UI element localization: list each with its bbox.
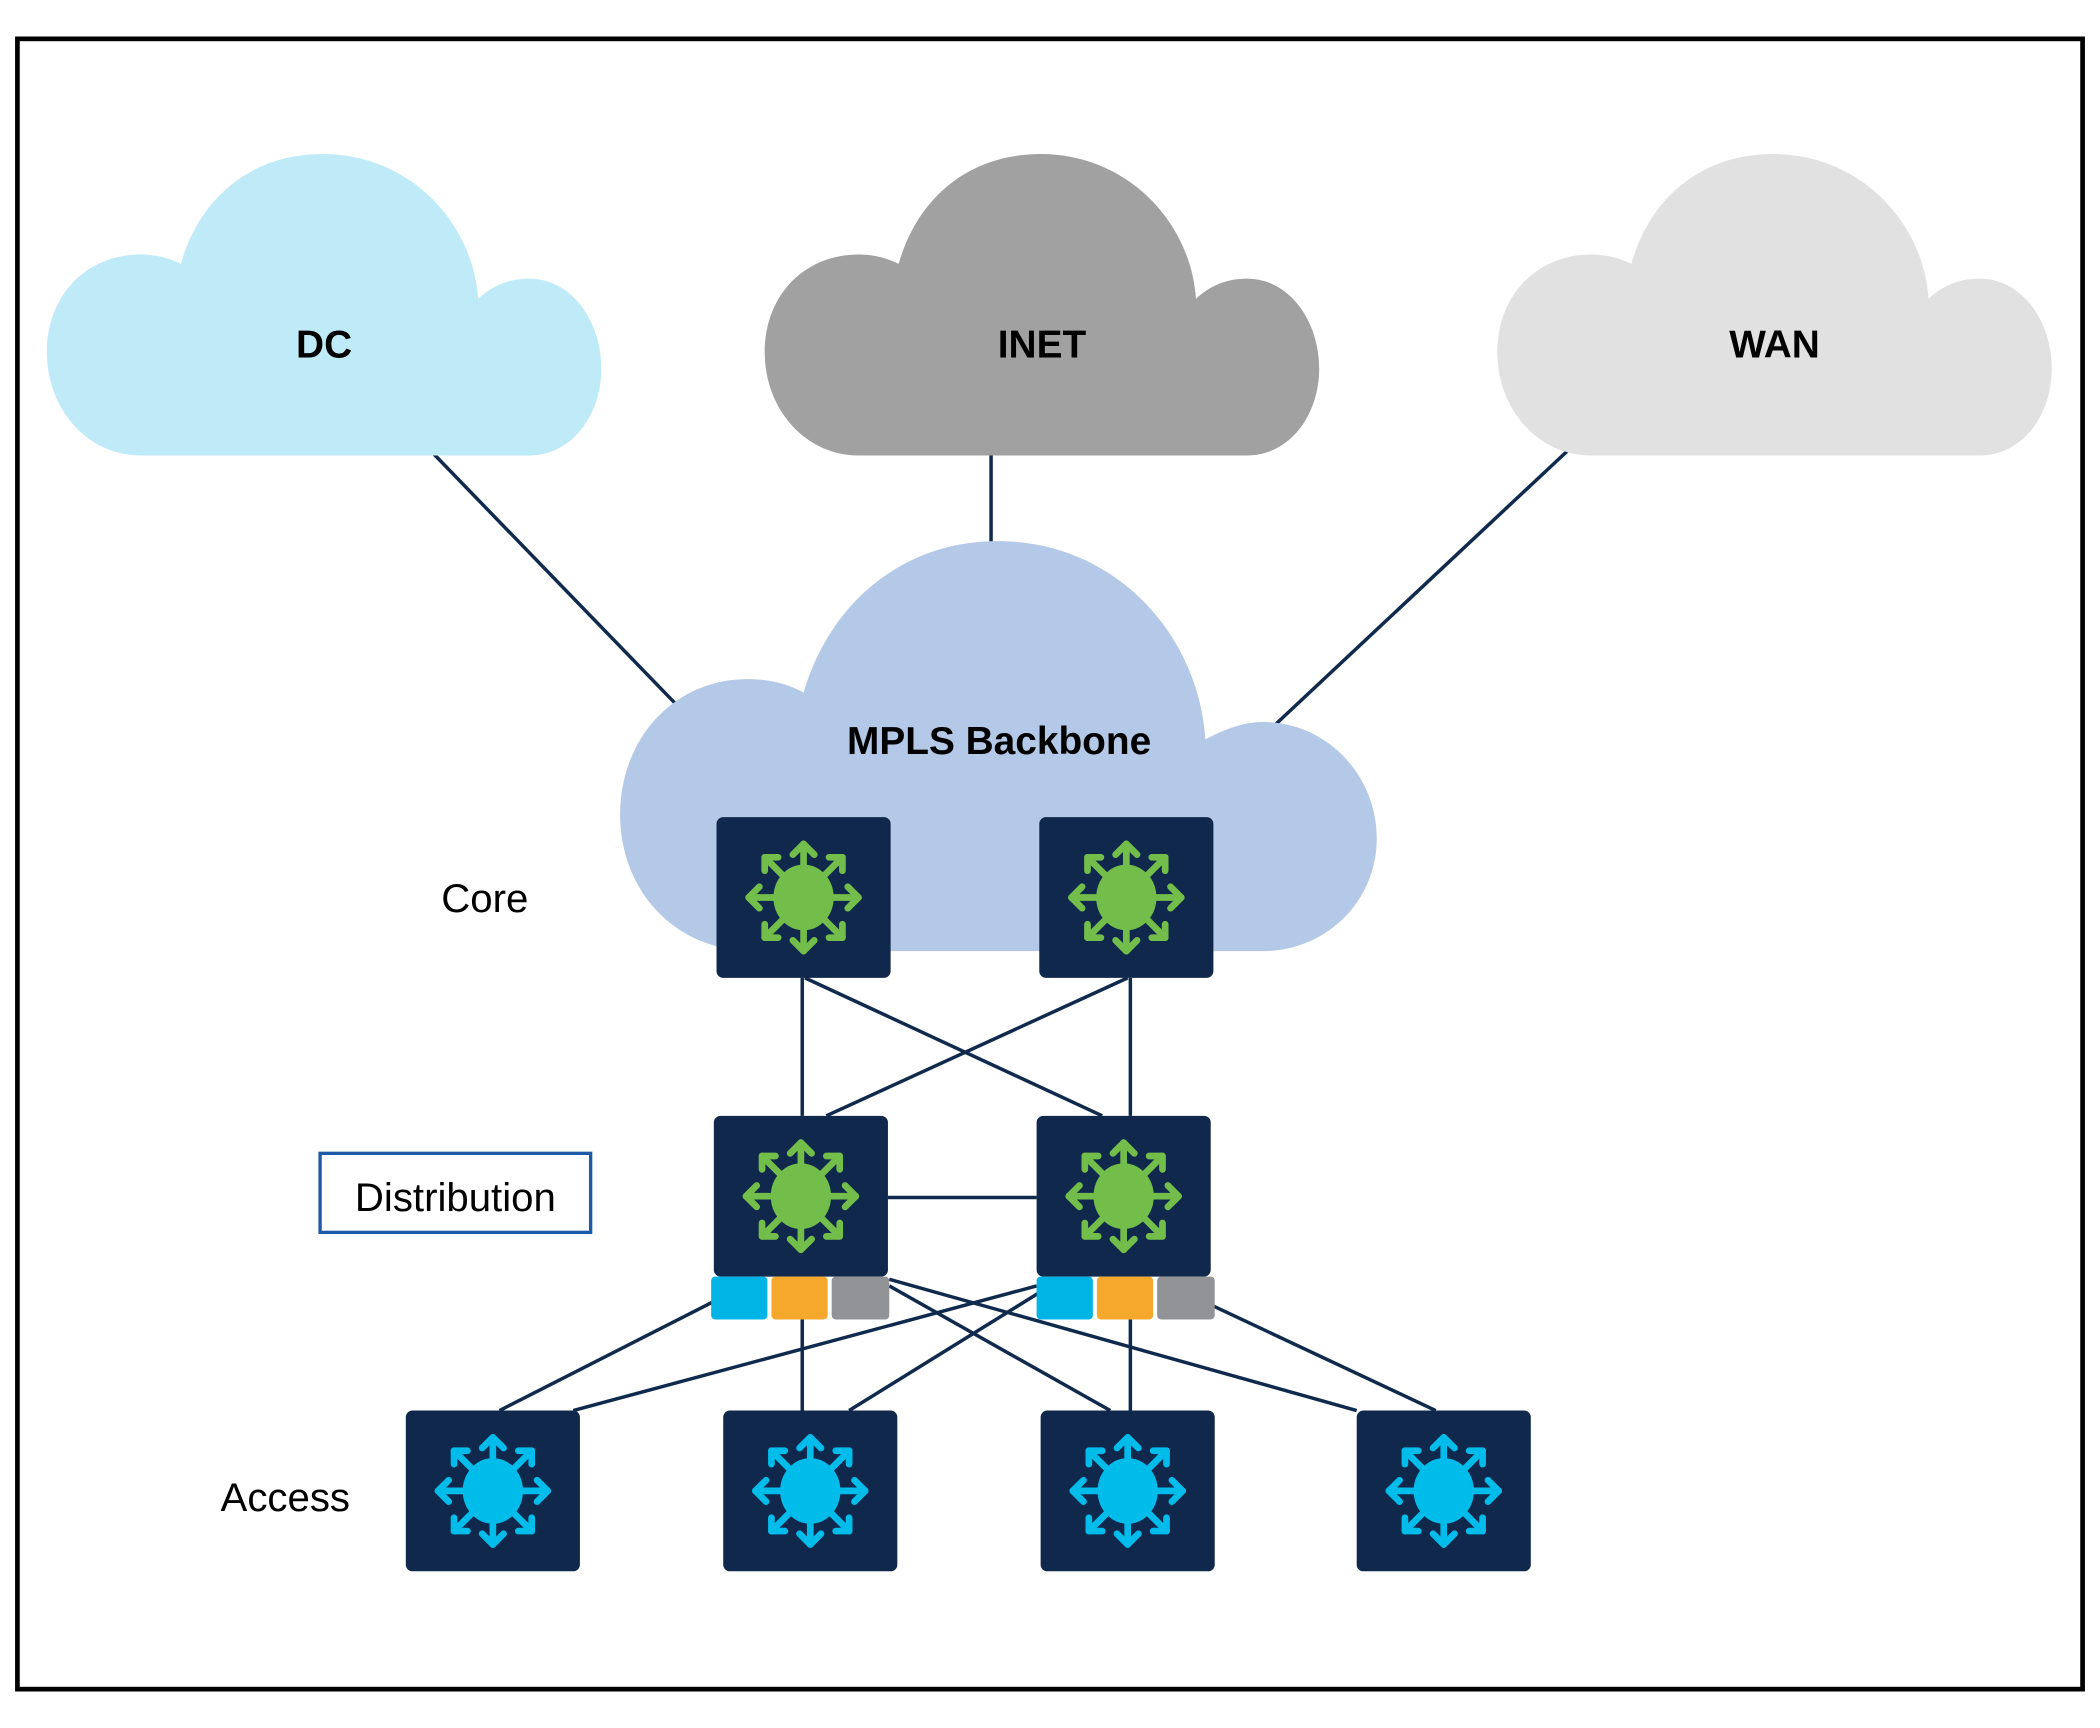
distribution-switch-1[interactable] [713,1115,888,1277]
access-switch-1[interactable] [405,1410,580,1572]
core-switch-1[interactable] [716,817,891,978]
distribution-2-ports [1036,1276,1215,1320]
core-switch-2[interactable] [1039,817,1214,978]
port-blue [1036,1276,1093,1320]
port-gray [1157,1276,1215,1320]
layer3-switch-icon [1069,1143,1179,1250]
tier-label-core: Core [441,876,528,921]
port-orange [1096,1276,1154,1320]
network-diagram: DC INET WAN MPLS Backbone Core Distribut… [15,36,2085,1692]
cloud-wan-label: WAN [1729,324,1820,367]
layer3-switch-icon [746,1143,856,1250]
layer3-switch-icon [749,844,859,951]
cloud-inet-label: INET [998,324,1087,367]
tier-label-access: Access [221,1475,350,1520]
layer3-switch-icon [438,1437,548,1544]
distribution-switch-2[interactable] [1036,1115,1211,1277]
distribution-1-ports [711,1276,890,1320]
port-orange [771,1276,828,1320]
port-blue [711,1276,768,1320]
layer3-switch-icon [1073,1437,1183,1544]
access-switch-4[interactable] [1356,1410,1531,1572]
access-switch-3[interactable] [1040,1410,1215,1572]
layer3-switch-icon [755,1437,865,1544]
layer3-switch-icon [1071,844,1181,951]
cloud-mpls-label: MPLS Backbone [847,720,1151,763]
layer3-switch-icon [1389,1437,1499,1544]
access-switch-2[interactable] [723,1410,898,1572]
tier-label-distribution: Distribution [355,1175,556,1220]
cloud-dc-label: DC [296,324,352,367]
port-gray [831,1276,890,1320]
